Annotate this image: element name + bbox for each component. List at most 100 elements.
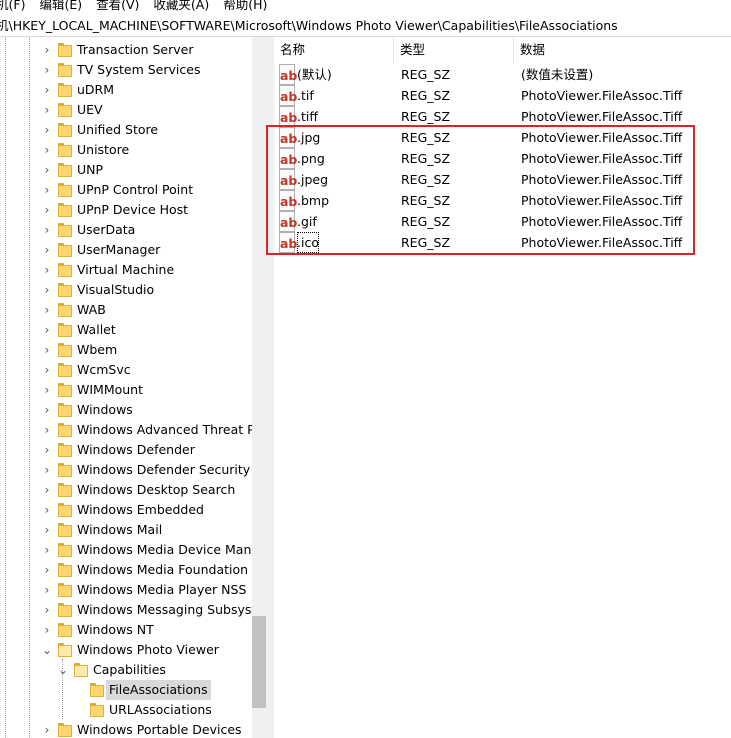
value-row[interactable]: ab (默认) REG_SZ (数值未设置) — [274, 64, 731, 85]
menu-file[interactable]: 机(F) — [0, 0, 25, 13]
tree-item[interactable]: › Windows Desktop Search — [0, 480, 252, 500]
tree-item[interactable]: › UEV — [0, 100, 252, 120]
menu-edit[interactable]: 编辑(E) — [39, 0, 82, 13]
address-path[interactable]: 机\HKEY_LOCAL_MACHINE\SOFTWARE\Microsoft\… — [0, 18, 618, 33]
tree-item[interactable]: › UserData — [0, 220, 252, 240]
tree-item[interactable]: › WcmSvc — [0, 360, 252, 380]
tree-item[interactable]: › Windows Media Device Mana — [0, 540, 259, 560]
tree-item[interactable]: › Windows Media Player NSS — [0, 580, 252, 600]
value-row[interactable]: ab .png REG_SZ PhotoViewer.FileAssoc.Tiff — [274, 148, 731, 169]
tree-item[interactable]: › UserManager — [0, 240, 252, 260]
value-name: .gif — [297, 214, 317, 229]
tree-item-label: Capabilities — [93, 662, 166, 677]
value-data: PhotoViewer.FileAssoc.Tiff — [521, 109, 683, 124]
key-tree[interactable]: › Transaction Server › TV System Services › u… — [0, 37, 266, 738]
tree-item-label: Windows Messaging Subsyste — [77, 602, 264, 617]
value-name: .jpg — [297, 130, 321, 145]
chevron-right-icon[interactable]: › — [41, 400, 53, 420]
chevron-right-icon[interactable]: › — [41, 560, 53, 580]
chevron-right-icon[interactable]: › — [41, 540, 53, 560]
chevron-right-icon[interactable]: › — [41, 160, 53, 180]
chevron-right-icon[interactable]: › — [41, 80, 53, 100]
tree-item[interactable]: › Windows Embedded — [0, 500, 252, 520]
menu-help[interactable]: 帮助(H) — [223, 0, 267, 13]
chevron-right-icon[interactable]: › — [41, 620, 53, 640]
chevron-right-icon[interactable]: › — [41, 40, 53, 60]
chevron-right-icon[interactable]: › — [41, 600, 53, 620]
chevron-right-icon[interactable]: › — [41, 480, 53, 500]
chevron-right-icon[interactable]: › — [41, 60, 53, 80]
tree-item[interactable]: › UPnP Device Host — [0, 200, 252, 220]
tree-item[interactable]: › Windows Advanced Threat Pro — [0, 420, 266, 440]
tree-item[interactable]: FileAssociations — [0, 680, 252, 700]
value-row[interactable]: ab .bmp REG_SZ PhotoViewer.FileAssoc.Tiff — [274, 190, 731, 211]
tree-item[interactable]: URLAssociations — [0, 700, 252, 720]
chevron-right-icon[interactable]: › — [41, 320, 53, 340]
column-header-type[interactable]: 类型 — [394, 37, 514, 63]
column-header-data[interactable]: 数据 — [514, 37, 731, 63]
value-row[interactable]: ab .tif REG_SZ PhotoViewer.FileAssoc.Tiff — [274, 85, 731, 106]
chevron-right-icon[interactable]: › — [41, 100, 53, 120]
tree-item[interactable]: ⌄ Windows Photo Viewer — [0, 640, 252, 660]
chevron-right-icon[interactable]: › — [41, 140, 53, 160]
tree-item[interactable]: › Windows Portable Devices — [0, 720, 252, 738]
tree-item[interactable]: › uDRM — [0, 80, 252, 100]
tree-item[interactable]: › Unistore — [0, 140, 252, 160]
value-row[interactable]: ab .jpg REG_SZ PhotoViewer.FileAssoc.Tiff — [274, 127, 731, 148]
values-list[interactable]: 名称 类型 数据 ab (默认) REG_SZ (数值未设置) ab .tif REG_SZ… — [274, 37, 731, 738]
tree-item[interactable]: › Windows Messaging Subsyste — [0, 600, 264, 620]
tree-item[interactable]: › VisualStudio — [0, 280, 252, 300]
chevron-right-icon[interactable]: › — [41, 120, 53, 140]
tree-item[interactable]: › Virtual Machine — [0, 260, 252, 280]
tree-item[interactable]: › Windows Media Foundation — [0, 560, 252, 580]
tree-item[interactable]: › Unified Store — [0, 120, 252, 140]
tree-item[interactable]: › Windows Mail — [0, 520, 252, 540]
tree-item[interactable]: › Transaction Server — [0, 40, 252, 60]
menu-favorites[interactable]: 收藏夹(A) — [153, 0, 209, 13]
chevron-right-icon[interactable]: › — [41, 280, 53, 300]
chevron-right-icon[interactable]: › — [41, 340, 53, 360]
tree-item[interactable]: › Wallet — [0, 320, 252, 340]
chevron-right-icon[interactable]: › — [41, 580, 53, 600]
chevron-right-icon[interactable]: › — [41, 260, 53, 280]
chevron-down-icon[interactable]: ⌄ — [41, 640, 53, 660]
chevron-right-icon[interactable]: › — [41, 240, 53, 260]
tree-item[interactable]: › Windows — [0, 400, 252, 420]
value-row[interactable]: ab .ico REG_SZ PhotoViewer.FileAssoc.Tiff — [274, 232, 731, 253]
chevron-right-icon[interactable]: › — [41, 180, 53, 200]
chevron-right-icon[interactable]: › — [41, 420, 53, 440]
tree-item[interactable]: › UNP — [0, 160, 252, 180]
chevron-down-icon[interactable]: ⌄ — [57, 660, 69, 680]
tree-scrollbar-thumb[interactable] — [252, 616, 266, 708]
tree-item-label: UPnP Device Host — [77, 202, 189, 217]
tree-item[interactable]: › UPnP Control Point — [0, 180, 252, 200]
chevron-right-icon[interactable]: › — [41, 520, 53, 540]
pane-splitter[interactable] — [266, 37, 274, 738]
value-row[interactable]: ab .tiff REG_SZ PhotoViewer.FileAssoc.Tiff — [274, 106, 731, 127]
tree-item[interactable]: › Windows Defender Security C — [0, 460, 263, 480]
tree-item[interactable]: › Wbem — [0, 340, 252, 360]
chevron-right-icon[interactable]: › — [41, 440, 53, 460]
address-bar[interactable]: 机\HKEY_LOCAL_MACHINE\SOFTWARE\Microsoft\… — [0, 16, 731, 37]
chevron-right-icon[interactable]: › — [41, 460, 53, 480]
menu-view[interactable]: 查看(V) — [96, 0, 139, 13]
chevron-right-icon[interactable]: › — [41, 500, 53, 520]
tree-item[interactable]: › Windows NT — [0, 620, 252, 640]
chevron-right-icon[interactable]: › — [41, 360, 53, 380]
tree-item[interactable]: › TV System Services — [0, 60, 252, 80]
value-row[interactable]: ab .gif REG_SZ PhotoViewer.FileAssoc.Tiff — [274, 211, 731, 232]
tree-item[interactable]: › WAB — [0, 300, 252, 320]
column-header-name[interactable]: 名称 — [274, 37, 394, 63]
chevron-right-icon[interactable]: › — [41, 300, 53, 320]
chevron-right-icon[interactable]: › — [41, 380, 53, 400]
chevron-right-icon[interactable]: › — [41, 220, 53, 240]
folder-icon — [58, 343, 72, 357]
value-row[interactable]: ab .jpeg REG_SZ PhotoViewer.FileAssoc.Tiff — [274, 169, 731, 190]
chevron-right-icon[interactable]: › — [41, 720, 53, 738]
tree-item-label: Wallet — [77, 322, 116, 337]
tree-item[interactable]: ⌄ Capabilities — [0, 660, 252, 680]
tree-item[interactable]: › Windows Defender — [0, 440, 252, 460]
tree-item[interactable]: › WIMMount — [0, 380, 252, 400]
ab-string-icon: ab — [279, 85, 297, 106]
chevron-right-icon[interactable]: › — [41, 200, 53, 220]
